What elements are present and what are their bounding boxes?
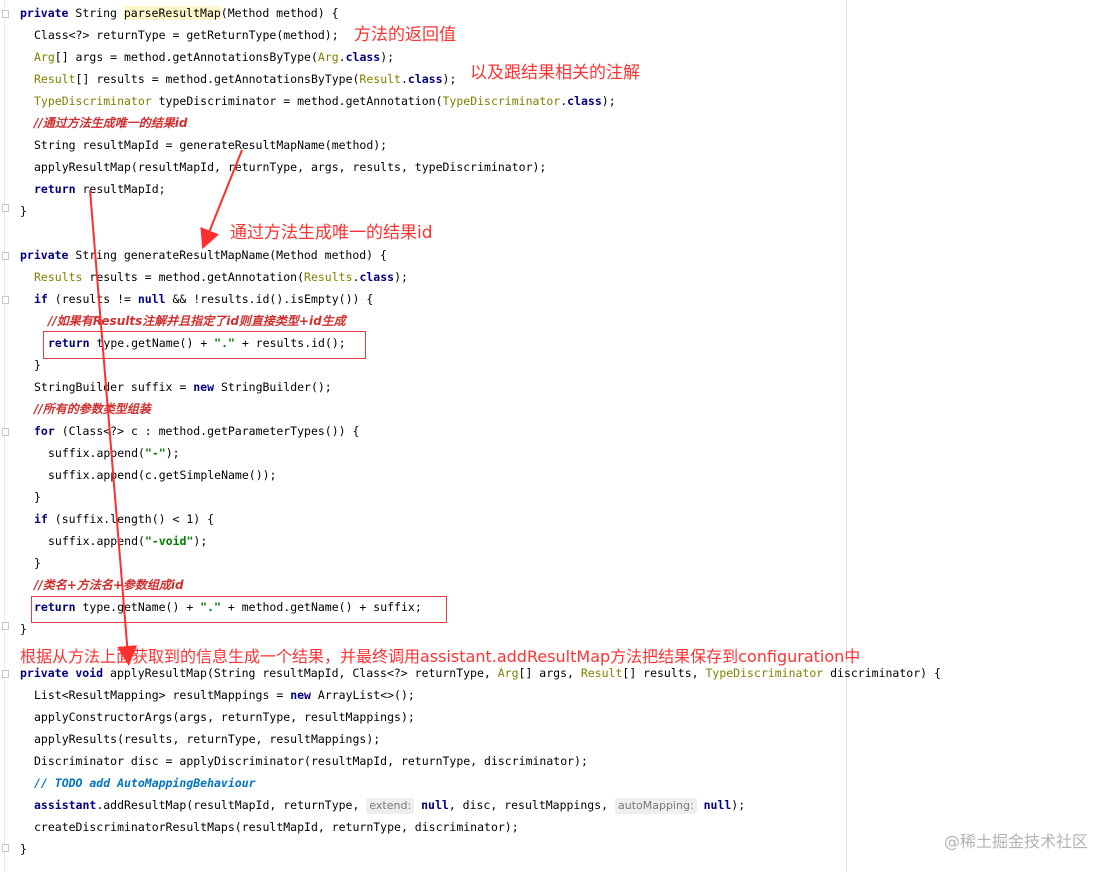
annotation-related-annotations: 以及跟结果相关的注解 [470, 63, 640, 83]
annotation-generate-result: 根据从方法上面获取到的信息生成一个结果，并最终调用assistant.addRe… [20, 647, 861, 666]
watermark: @稀土掘金技术社区 [943, 832, 1088, 851]
arrow-to-apply-method [89, 189, 138, 666]
annotation-return-type: 方法的返回值 [354, 25, 456, 45]
annotation-unique-id: 通过方法生成唯一的结果id [230, 223, 433, 243]
annotation-arrows [89, 149, 243, 666]
